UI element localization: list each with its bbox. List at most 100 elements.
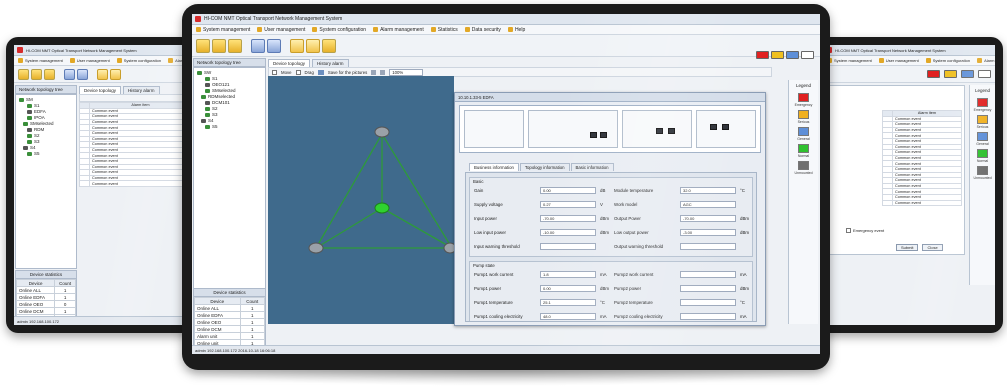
field-value[interactable] — [680, 243, 736, 250]
menu-system-configuration[interactable]: System configuration — [312, 27, 366, 33]
field-label: Pump1 work current — [474, 272, 514, 277]
field-value[interactable]: AGC — [680, 201, 736, 208]
menu-user-management[interactable]: User management — [257, 27, 305, 33]
optical-port[interactable] — [600, 132, 607, 138]
field-value[interactable] — [540, 243, 596, 250]
status-serious-box[interactable] — [771, 51, 784, 59]
tab-history-alarm[interactable]: History alarm — [312, 59, 349, 67]
stats-row[interactable]: Online OEO 0 — [15, 300, 76, 308]
status-general-box[interactable] — [786, 51, 799, 59]
table-row[interactable]: Common event — [79, 180, 192, 187]
zoom-in-icon[interactable] — [371, 69, 377, 75]
tb-user-icon[interactable] — [251, 38, 265, 53]
tb-alarm-icon[interactable] — [212, 38, 226, 53]
stats-row[interactable]: Online EDFA 1 — [15, 293, 76, 301]
field-value[interactable] — [680, 313, 736, 320]
emergency-checkbox[interactable] — [846, 228, 851, 233]
status-normal-box[interactable] — [978, 70, 991, 78]
menu-alarm-management[interactable]: Alarm management — [373, 27, 424, 33]
tab-device-topology[interactable]: Device topology — [268, 59, 311, 67]
optical-port[interactable] — [710, 124, 717, 130]
drag-checkbox[interactable] — [295, 69, 301, 75]
menu-user-management[interactable]: User management — [878, 58, 919, 63]
menu-help[interactable]: Help — [507, 27, 525, 33]
field-value[interactable]: 48.0 — [540, 313, 596, 320]
menu-statistics[interactable]: Statistics — [430, 27, 458, 33]
field-value[interactable]: -10.00 — [540, 229, 596, 236]
node-left[interactable] — [308, 242, 324, 254]
tb-export-icon[interactable] — [110, 68, 121, 80]
topology-canvas[interactable] — [268, 76, 457, 324]
menu-system-management[interactable]: System management — [196, 27, 250, 33]
field-unit: °C — [740, 300, 745, 305]
save-picture-icon[interactable] — [317, 69, 324, 75]
tb-config-icon[interactable] — [77, 68, 88, 80]
status-emergency-box[interactable] — [927, 70, 940, 78]
save-picture-button[interactable]: Save for the pictures — [328, 70, 367, 75]
submit-button[interactable]: Submit — [896, 244, 919, 251]
tb-user-icon[interactable] — [64, 68, 75, 80]
optical-port[interactable] — [722, 124, 729, 130]
dialog-tab-basic-information[interactable]: Basic information — [570, 163, 614, 171]
node-center[interactable] — [374, 202, 390, 214]
tb-folder-icon[interactable] — [97, 68, 108, 80]
optical-port[interactable] — [668, 128, 675, 134]
menu-system-configuration[interactable]: System configuration — [925, 58, 970, 63]
field-value[interactable]: 1.8 — [540, 271, 596, 278]
zoom-select[interactable]: 100% — [389, 68, 424, 76]
menu-system-management[interactable]: System management — [827, 58, 872, 63]
stats-row[interactable]: Online OEO 1 — [194, 318, 265, 326]
optical-port[interactable] — [656, 128, 663, 134]
status-serious-box[interactable] — [944, 70, 957, 78]
menu-alarm-management[interactable]: Alarm management — [977, 58, 995, 63]
close-button[interactable]: Close — [922, 244, 943, 251]
center-tree-title: Network topology tree — [193, 58, 266, 67]
tree-node[interactable]: S5 — [197, 124, 262, 130]
tab-device-topology[interactable]: Device topology — [79, 86, 122, 94]
legend-label-serious: Serious — [797, 120, 810, 124]
stats-row[interactable]: Alarm unit 1 — [194, 332, 265, 340]
field-value[interactable]: 0.00 — [540, 187, 596, 194]
field-value[interactable]: -70.00 — [680, 215, 736, 222]
tb-topology-icon[interactable] — [18, 68, 29, 80]
menu-user-management[interactable]: User management — [69, 58, 110, 63]
tb-lock-icon[interactable] — [322, 38, 336, 53]
dialog-tab-business-information[interactable]: Business information — [469, 163, 519, 171]
field-value[interactable] — [680, 285, 736, 292]
table-row[interactable]: Common event — [882, 199, 962, 207]
node-top[interactable] — [374, 126, 390, 138]
stats-row[interactable]: Online ALL 1 — [194, 304, 265, 312]
field-value[interactable]: -70.00 — [540, 215, 596, 222]
tb-device-icon[interactable] — [228, 38, 242, 53]
field-value[interactable]: 32.0 — [680, 187, 736, 194]
tab-history-alarm[interactable]: History alarm — [123, 86, 160, 94]
field-value[interactable]: 0.27 — [540, 201, 596, 208]
field-value[interactable] — [680, 299, 736, 306]
tb-config-icon[interactable] — [267, 38, 281, 53]
status-normal-box[interactable] — [801, 51, 814, 59]
menu-system-configuration[interactable]: System configuration — [116, 58, 161, 63]
node-right[interactable] — [443, 242, 457, 254]
field-value[interactable]: 0.00 — [540, 285, 596, 292]
tb-folder-icon[interactable] — [290, 38, 304, 53]
stats-row[interactable]: Online DCM 1 — [15, 307, 76, 315]
field-value[interactable] — [680, 271, 736, 278]
status-general-box[interactable] — [961, 70, 974, 78]
menu-system-management[interactable]: System management — [18, 58, 63, 63]
tb-alarm-icon[interactable] — [31, 68, 42, 80]
tb-device-icon[interactable] — [44, 68, 55, 80]
device-icon — [23, 122, 28, 126]
stats-row[interactable]: Online ALL 1 — [15, 286, 76, 294]
tree-node[interactable]: S5 — [19, 151, 73, 157]
field-value[interactable]: -3.00 — [680, 229, 736, 236]
optical-port[interactable] — [590, 132, 597, 138]
stats-row[interactable]: Online EDFA 1 — [194, 311, 265, 319]
move-checkbox[interactable] — [272, 69, 277, 75]
zoom-out-icon[interactable] — [380, 69, 386, 75]
dialog-tab-topology-information[interactable]: Topology information — [519, 163, 570, 171]
tb-topology-icon[interactable] — [196, 38, 210, 53]
menu-data-security[interactable]: Data security — [464, 27, 501, 33]
stats-row[interactable]: Online DCM 1 — [194, 325, 265, 333]
field-value[interactable]: 25.1 — [540, 299, 596, 306]
tb-export-icon[interactable] — [306, 38, 320, 53]
